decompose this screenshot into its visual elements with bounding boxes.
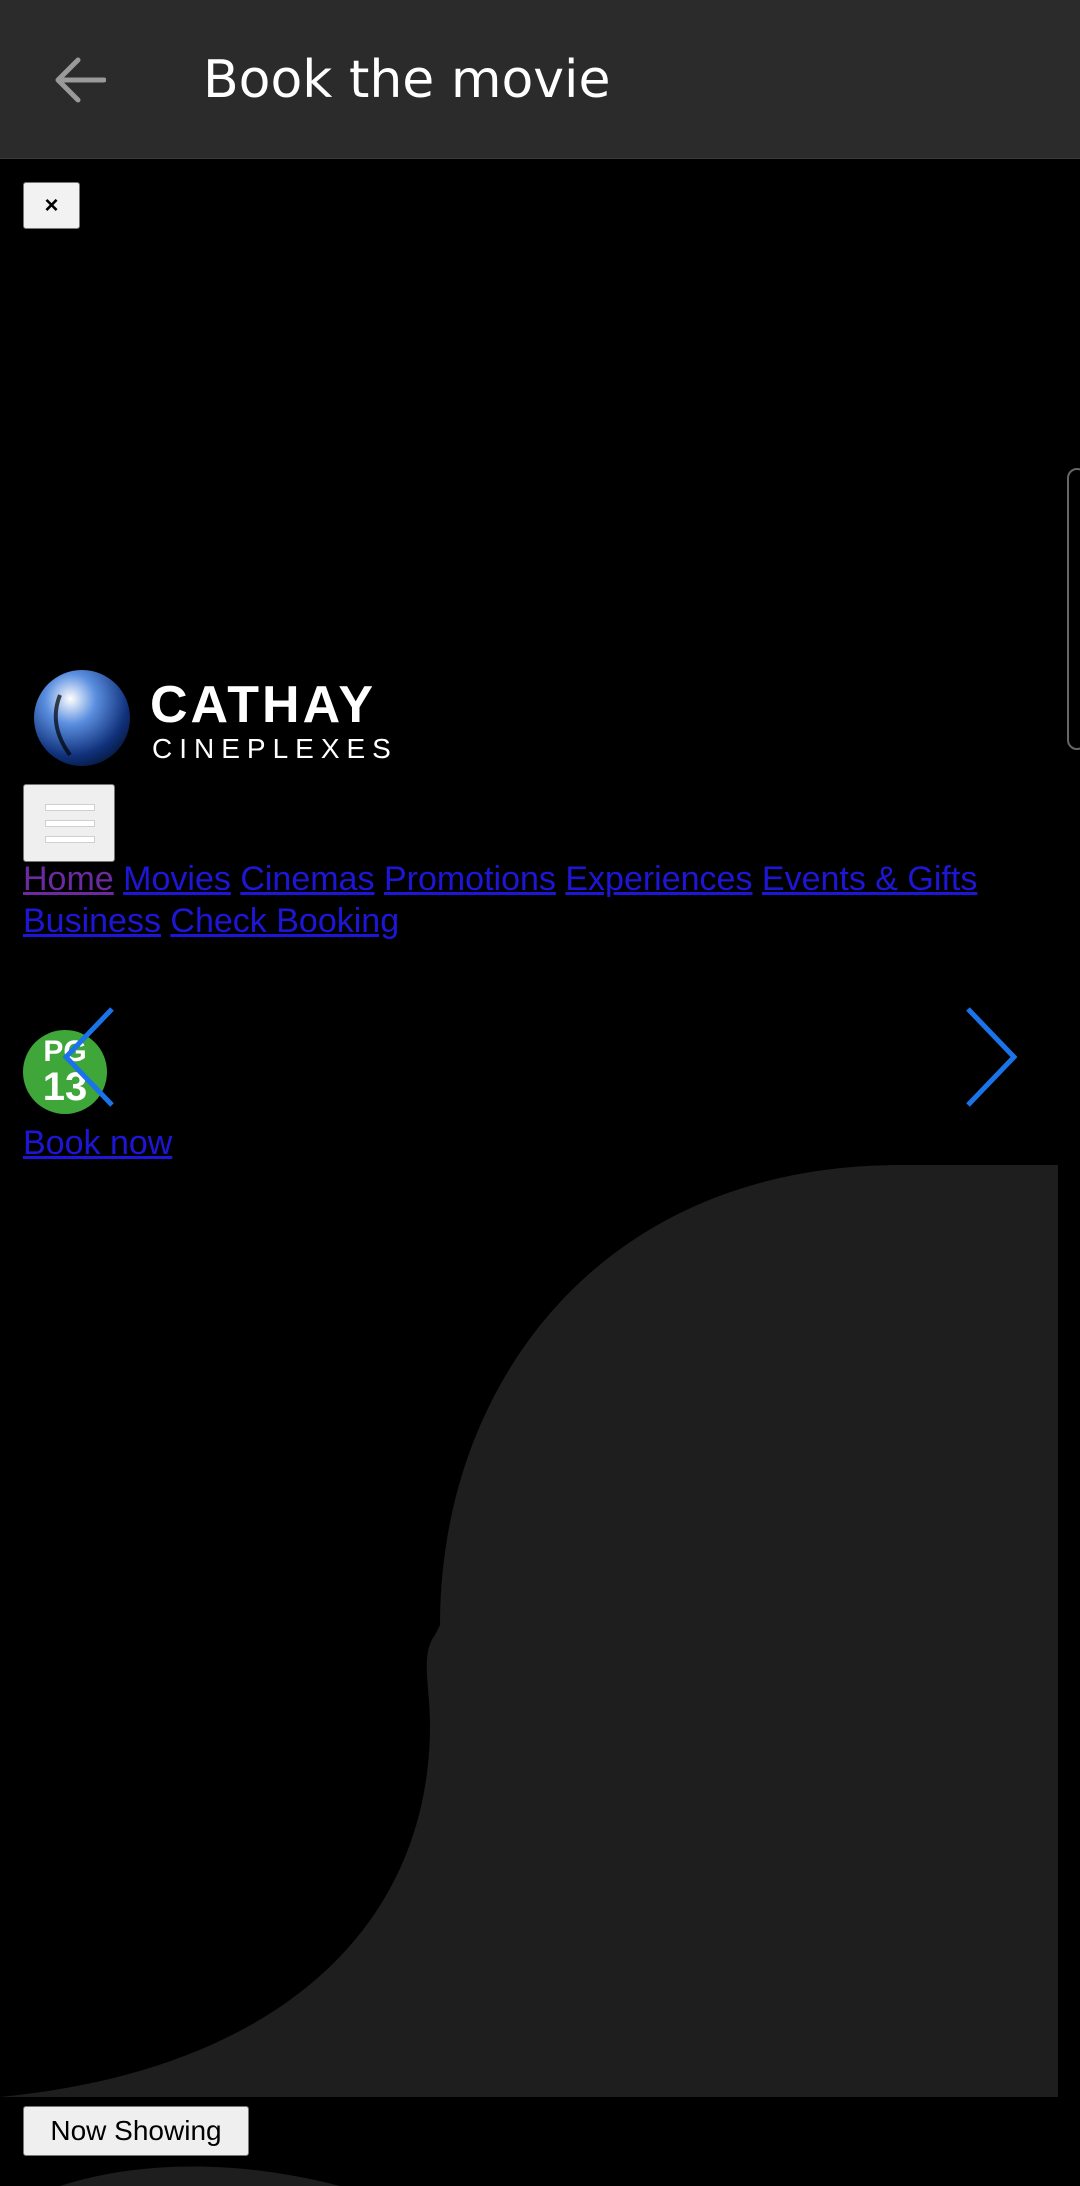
edge-panel-handle[interactable] <box>1067 468 1080 750</box>
nav-business[interactable]: Business <box>23 902 161 940</box>
hero-background-shape <box>0 1165 1058 2097</box>
back-button[interactable] <box>40 40 120 120</box>
nav-cinemas[interactable]: Cinemas <box>240 860 374 898</box>
app-bar: Book the movie <box>0 0 1080 159</box>
nav-promotions[interactable]: Promotions <box>384 860 556 898</box>
menu-button[interactable] <box>23 784 115 862</box>
now-showing-button[interactable]: Now Showing <box>23 2106 249 2156</box>
nav-check-booking[interactable]: Check Booking <box>170 902 399 940</box>
svg-text:CATHAY: CATHAY <box>150 676 376 734</box>
carousel-next-button[interactable] <box>960 1005 1020 1109</box>
hamburger-icon <box>46 805 94 810</box>
main-nav: Home Movies Cinemas Promotions Experienc… <box>23 858 1043 942</box>
carousel-prev-button[interactable] <box>60 1005 120 1109</box>
nav-movies[interactable]: Movies <box>123 860 231 898</box>
chevron-right-icon <box>966 1007 1018 1107</box>
page-title: Book the movie <box>203 50 611 110</box>
nav-events-gifts[interactable]: Events & Gifts <box>762 860 977 898</box>
hamburger-line <box>46 837 94 842</box>
cathay-logo[interactable]: CATHAY CINEPLEXES <box>30 665 410 770</box>
nav-home[interactable]: Home <box>23 860 114 898</box>
close-button[interactable]: × <box>23 182 80 229</box>
hamburger-line <box>46 821 94 826</box>
chevron-left-icon <box>62 1007 114 1107</box>
svg-text:CINEPLEXES: CINEPLEXES <box>152 733 398 764</box>
book-now-link[interactable]: Book now <box>23 1122 172 1164</box>
arrow-left-icon <box>55 57 106 103</box>
nav-experiences[interactable]: Experiences <box>565 860 752 898</box>
bottom-decorative-shape <box>60 2166 340 2186</box>
